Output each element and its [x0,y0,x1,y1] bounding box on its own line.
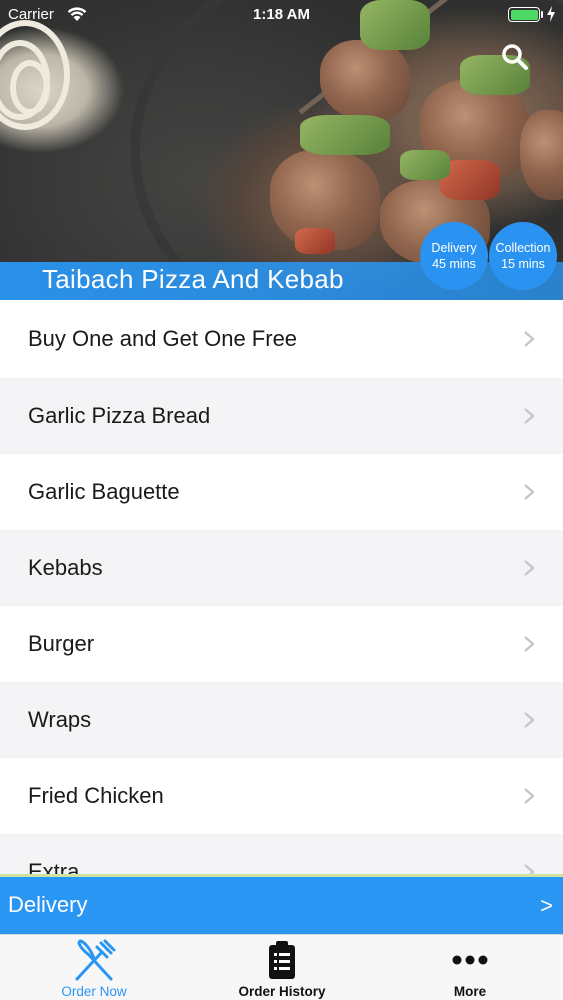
menu-item-label: Kebabs [28,555,103,580]
menu-item-label: Fried Chicken [28,783,164,808]
tab-bar: Order Now Order History More [0,934,563,1000]
menu-item-garlic-baguette[interactable]: Garlic Baguette [0,454,563,530]
clock: 1:18 AM [253,6,310,23]
order-mode-arrow-icon: > [540,893,553,918]
chevron-right-icon [524,560,535,576]
delivery-badge-title: Delivery [431,241,477,255]
chevron-right-icon [524,408,535,424]
delivery-time-badge[interactable]: Delivery 45 mins [420,222,488,290]
fork-knife-icon [75,939,116,981]
tab-order-now[interactable]: Order Now [0,935,188,1000]
clipboard-icon [269,941,295,979]
tab-label: Order History [238,984,326,999]
chevron-right-icon [524,712,535,728]
status-bar: Carrier 1:18 AM [0,0,563,30]
tab-label: Order Now [61,984,127,999]
menu-item-label: Garlic Pizza Bread [28,403,211,428]
tab-order-history[interactable]: Order History [188,935,376,1000]
order-mode-bar[interactable]: Delivery > [0,874,563,934]
menu-item-fried-chicken[interactable]: Fried Chicken [0,758,563,834]
restaurant-name: Taibach Pizza And Kebab [42,264,344,294]
search-icon[interactable] [500,42,530,72]
battery-icon [508,7,540,22]
menu-item-kebabs[interactable]: Kebabs [0,530,563,606]
menu-item-label: Buy One and Get One Free [28,326,298,351]
delivery-badge-time: 45 mins [432,257,476,271]
menu-item-garlic-pizza-bread[interactable]: Garlic Pizza Bread [0,378,563,454]
menu-item-wraps[interactable]: Wraps [0,682,563,758]
collection-badge-title: Collection [495,241,551,255]
tab-label: More [453,984,487,999]
chevron-right-icon [524,484,535,500]
menu-item-extra[interactable]: Extra [0,834,563,878]
menu-item-label: Burger [28,631,95,656]
menu-category-list: Buy One and Get One Free Garlic Pizza Br… [0,300,563,878]
more-dots-icon [452,955,488,965]
tab-more[interactable]: More [376,935,563,1000]
chevron-right-icon [524,788,535,804]
menu-item-label: Garlic Baguette [28,479,180,504]
charging-icon [547,6,555,22]
menu-item-buy-one-get-one[interactable]: Buy One and Get One Free [0,300,563,378]
order-mode-label: Delivery [8,892,88,917]
chevron-right-icon [524,636,535,652]
menu-item-label: Wraps [28,707,92,732]
chevron-right-icon [524,331,535,347]
menu-item-burger[interactable]: Burger [0,606,563,682]
collection-badge-time: 15 mins [501,257,545,271]
collection-time-badge[interactable]: Collection 15 mins [489,222,557,290]
